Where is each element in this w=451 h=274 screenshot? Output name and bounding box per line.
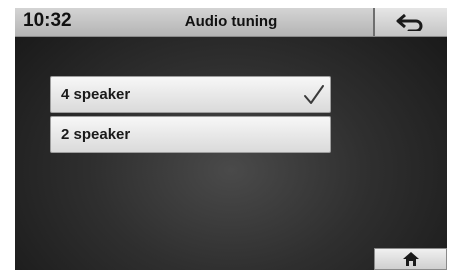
device-frame: 10:32 Audio tuning 4 speaker 2 speaker <box>0 0 451 274</box>
home-button[interactable] <box>374 248 447 270</box>
title-bar: 10:32 Audio tuning <box>15 8 447 37</box>
option-2-speaker[interactable]: 2 speaker <box>50 116 331 153</box>
speaker-option-list: 4 speaker 2 speaker <box>50 76 331 156</box>
back-button[interactable] <box>373 8 447 36</box>
back-arrow-icon <box>396 13 423 31</box>
display-screen: 10:32 Audio tuning 4 speaker 2 speaker <box>15 8 447 270</box>
option-4-speaker[interactable]: 4 speaker <box>50 76 331 113</box>
checkmark-icon <box>304 85 324 104</box>
home-icon <box>402 252 419 266</box>
option-label: 4 speaker <box>61 86 131 103</box>
option-label: 2 speaker <box>61 126 131 143</box>
